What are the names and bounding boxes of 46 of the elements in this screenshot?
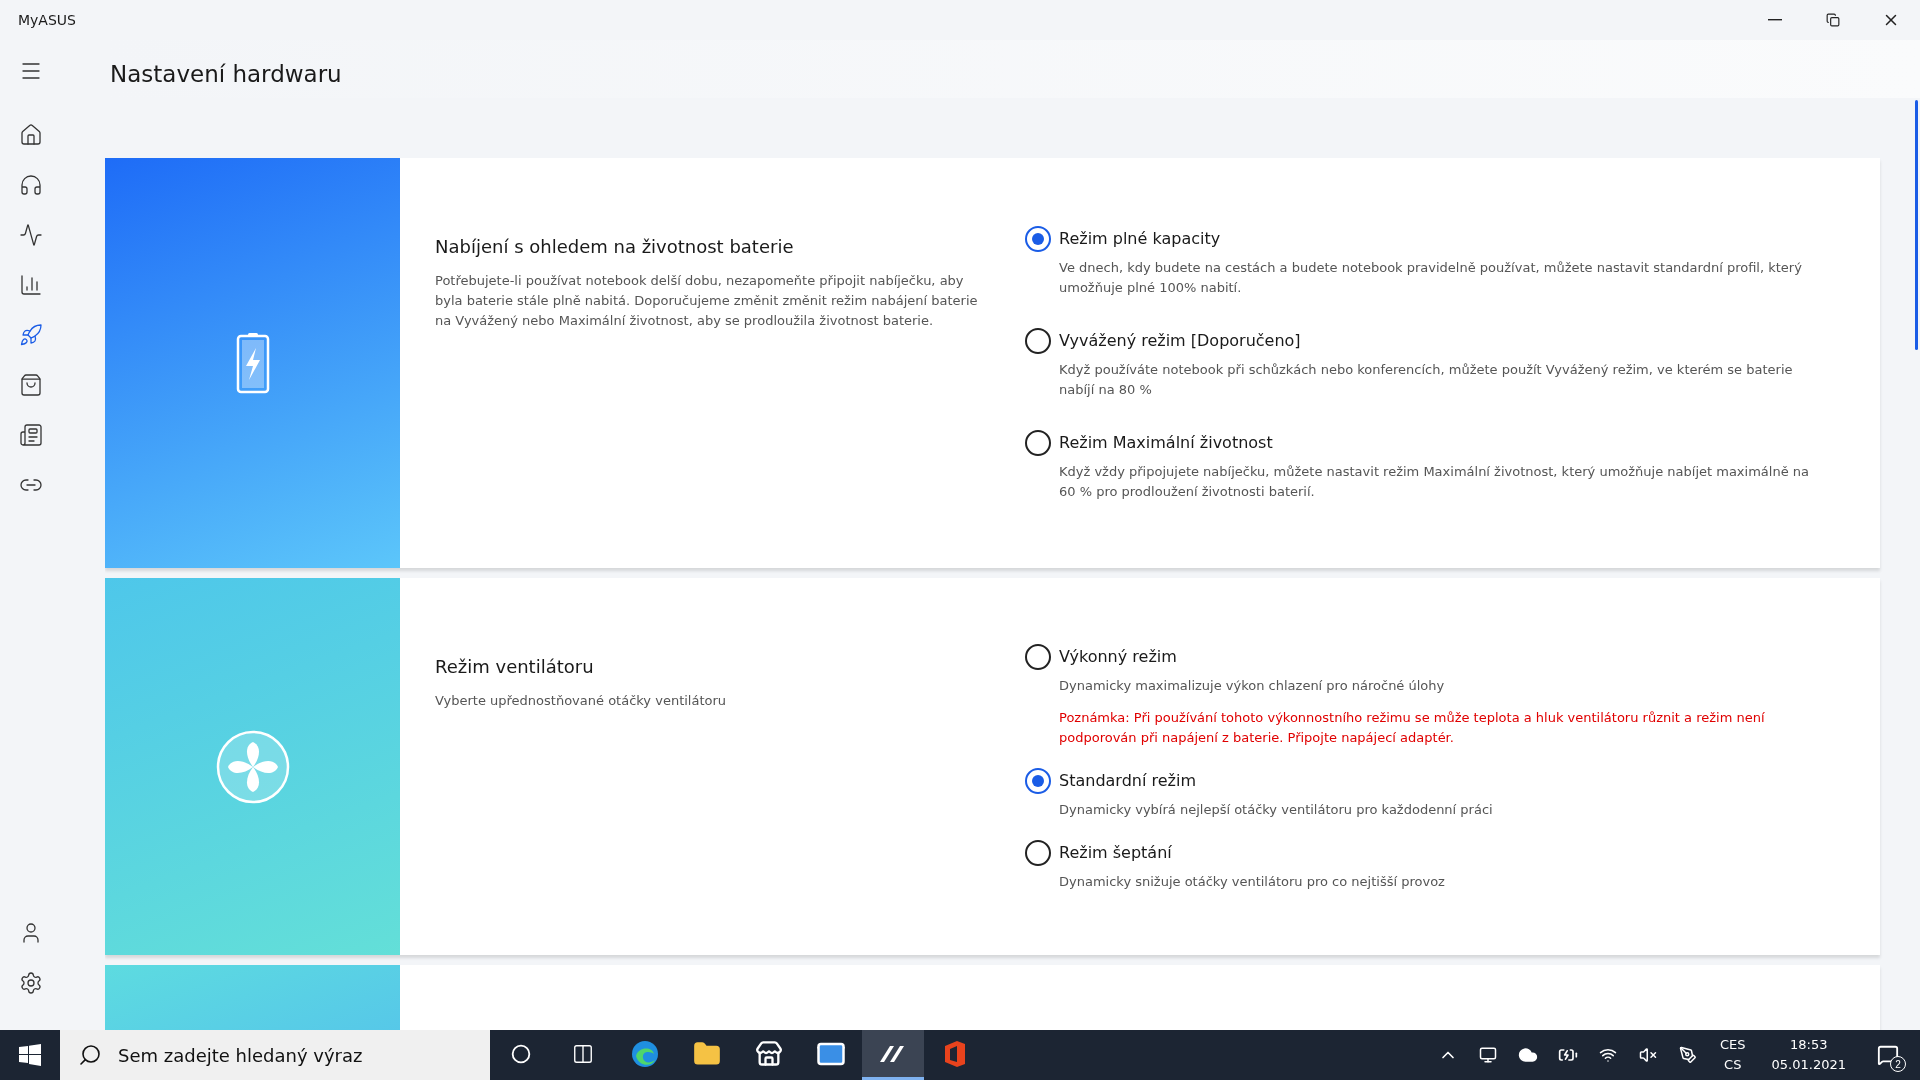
option-label: Výkonný režim — [1059, 646, 1178, 668]
search-field[interactable]: Sem zadejte hledaný výraz — [60, 1030, 490, 1080]
option-description: Dynamicky vybírá nejlepší otáčky ventilátoru pro každodenní práci — [1059, 801, 1494, 819]
pulse-icon[interactable] — [18, 222, 44, 248]
option-note: Poznámka: Při používání tohoto výkonnostního režimu se může teplota a hluk ventilátoru různit a režim není podporován při napájení z baterie. Připojte napájecí adaptér. — [1059, 709, 1766, 747]
option-label: Režim Maximální životnost — [1059, 432, 1274, 454]
battery-charging-icon — [235, 332, 270, 394]
option-description: Dynamicky maximalizuje výkon chlazení pro náročné úlohy — [1059, 677, 1446, 695]
myasus-icon[interactable] — [862, 1030, 924, 1080]
home-icon[interactable] — [18, 122, 44, 148]
notifications-button[interactable]: 2 — [1864, 1030, 1912, 1080]
scrollbar[interactable] — [1915, 100, 1918, 350]
radio-button[interactable] — [1025, 328, 1051, 354]
notification-count: 2 — [1890, 1056, 1906, 1072]
news-icon[interactable] — [18, 422, 44, 448]
section-title: Nabíjení s ohledem na životnost baterie — [435, 236, 795, 257]
radio-button[interactable] — [1025, 768, 1051, 794]
option-description: Ve dnech, kdy budete na cestách a budete notebook pravidelně používat, můžete nastavit standardní profil, který umožňuje plné 100% nabití. — [1059, 259, 1803, 297]
clock[interactable]: 18:53 05.01.2021 — [1761, 1035, 1856, 1075]
search-icon — [78, 1043, 102, 1067]
language-indicator[interactable]: CES CS — [1712, 1035, 1754, 1075]
headset-icon[interactable] — [18, 172, 44, 198]
section-description: Vyberte upřednostňované otáčky ventilátoru — [435, 692, 728, 710]
restore-icon — [1826, 13, 1840, 27]
option-label: Standardní režim — [1059, 770, 1197, 792]
option-label: Vyvážený režim [Doporučeno] — [1059, 330, 1302, 352]
option-label: Režim šeptání — [1059, 842, 1173, 864]
section-title: Režim ventilátoru — [435, 656, 595, 677]
minimize-icon — [1768, 19, 1782, 21]
option-description: Když používáte notebook při schůzkách nebo konferencích, můžete použít Vyvážený režim, ve kterém se baterie nabíjí na 80 % — [1059, 361, 1794, 399]
rocket-icon[interactable] — [18, 322, 44, 348]
fan-icon — [215, 729, 290, 804]
option-description: Dynamicky snižuje otáčky ventilátoru pro co nejtišší provoz — [1059, 873, 1446, 891]
option-description: Když vždy připojujete nabíječku, můžete nastavit režim Maximální životnost, který umožňuje nabíjet maximálně na 60 % pro prodloužení životnosti baterií. — [1059, 463, 1810, 501]
radio-button[interactable] — [1025, 226, 1051, 252]
settings-icon[interactable] — [18, 970, 44, 996]
search-input[interactable]: Sem zadejte hledaný výraz — [116, 1043, 456, 1067]
radio-button[interactable] — [1025, 840, 1051, 866]
radio-button[interactable] — [1025, 644, 1051, 670]
section-description: Potřebujete-li používat notebook delší dobu, nezapomeňte připojit nabíječku, aby byla baterie stále plně nabitá. Doporučujeme změnit změnit režim nabájení baterie na Vyvážený nebo Maximální životnost, aby se prodloužila životnost baterie. — [435, 272, 979, 330]
notification-icon — [1877, 1044, 1899, 1066]
bag-icon[interactable] — [18, 372, 44, 398]
option-label: Režim plné kapacity — [1059, 228, 1222, 250]
windows-icon — [19, 1044, 41, 1066]
window-title: MyASUS — [18, 12, 76, 28]
radio-button[interactable] — [1025, 430, 1051, 456]
